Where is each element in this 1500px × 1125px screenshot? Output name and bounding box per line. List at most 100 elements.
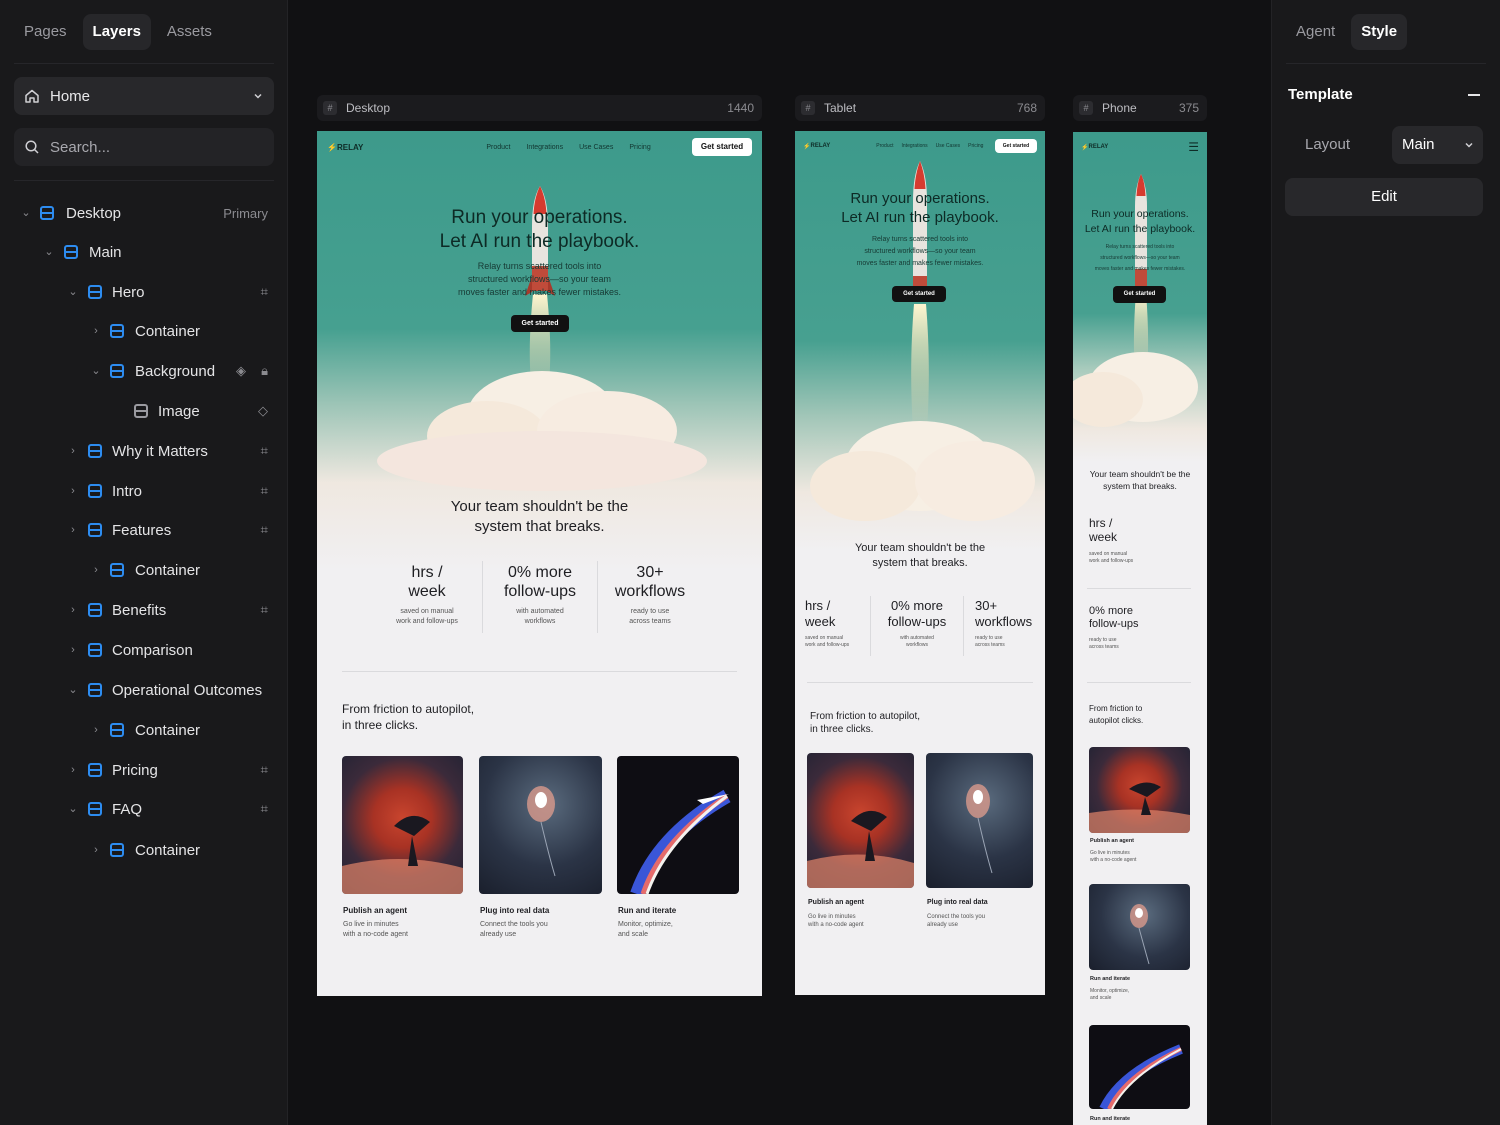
layer-pricing[interactable]: › Pricing ⌗ <box>0 752 288 788</box>
search-placeholder: Search... <box>50 138 111 156</box>
stat-value: 0% more follow-ups <box>875 598 959 629</box>
chevron-right-icon[interactable]: › <box>90 564 102 576</box>
chevron-right-icon[interactable]: › <box>67 644 79 656</box>
nav-link-integrations[interactable]: Integrations <box>902 143 928 149</box>
tab-pages[interactable]: Pages <box>14 14 77 50</box>
hero-get-started-button[interactable]: Get started <box>1113 286 1166 303</box>
grid-icon[interactable]: ⌗ <box>261 483 268 499</box>
grid-icon[interactable]: ⌗ <box>261 762 268 778</box>
layer-main[interactable]: ⌄ Main <box>0 234 288 270</box>
component-icon[interactable]: ◇ <box>258 403 268 419</box>
layer-background[interactable]: ⌄ Background ◈ 🔒︎ <box>0 353 288 389</box>
headline-line: Let AI run the playbook. <box>439 231 640 252</box>
heading-line: Your team shouldn't be the <box>854 542 986 554</box>
bolt-icon: ⚡ <box>327 142 337 152</box>
layer-desktop[interactable]: ⌄ Desktop Primary <box>0 195 288 231</box>
nav-link-pricing[interactable]: Pricing <box>968 143 983 149</box>
feature-card[interactable]: Run and iterate Monitor, optimize, and sc… <box>617 756 739 956</box>
stat-value-line: hrs / <box>805 598 831 613</box>
get-started-button[interactable]: Get started <box>692 138 752 156</box>
get-started-button[interactable]: Get started <box>995 139 1037 153</box>
lock-icon[interactable]: 🔒︎ <box>261 363 268 379</box>
nav-link-use-cases[interactable]: Use Cases <box>579 144 613 151</box>
chevron-right-icon[interactable]: › <box>67 445 79 457</box>
nav-link-product[interactable]: Product <box>486 144 510 151</box>
tab-layers[interactable]: Layers <box>82 14 151 50</box>
site-logo[interactable]: ⚡ RELAY <box>803 143 830 150</box>
feature-card[interactable]: Run and iterate Monitor, optimize, and sc… <box>1089 884 1190 1012</box>
chevron-right-icon[interactable]: › <box>67 485 79 497</box>
chevron-down-icon[interactable]: ⌄ <box>90 365 102 377</box>
chevron-right-icon[interactable]: › <box>67 764 79 776</box>
chevron-down-icon[interactable]: ⌄ <box>20 207 32 219</box>
chevron-right-icon[interactable]: › <box>67 604 79 616</box>
feature-card[interactable]: Run and iterate <box>1089 1025 1190 1125</box>
layer-why-it-matters[interactable]: › Why it Matters ⌗ <box>0 433 288 469</box>
chevron-down-icon[interactable]: ⌄ <box>67 684 79 696</box>
nav-link-integrations[interactable]: Integrations <box>526 144 563 151</box>
layer-intro[interactable]: › Intro ⌗ <box>0 473 288 509</box>
tab-assets[interactable]: Assets <box>157 14 222 50</box>
layer-container[interactable]: › Container <box>0 313 288 349</box>
subline-line: moves faster and makes fewer mistakes. <box>457 287 622 297</box>
nav-link-pricing[interactable]: Pricing <box>629 144 650 151</box>
phone-frame[interactable]: ⚡ RELAY ☰ Run your operations. Let AI run… <box>1073 132 1207 1125</box>
frame-label-desktop[interactable]: # Desktop 1440 <box>317 95 762 121</box>
layer-features[interactable]: › Features ⌗ <box>0 512 288 548</box>
frame-label-tablet[interactable]: # Tablet 768 <box>795 95 1045 121</box>
feature-card[interactable]: Publish an agent Go live in minutes with … <box>342 756 463 956</box>
layer-benefits[interactable]: › Benefits ⌗ <box>0 592 288 628</box>
desktop-frame[interactable]: ⚡ RELAY Product Integrations Use Cases Pr… <box>317 131 762 996</box>
layer-container[interactable]: › Container <box>0 712 288 748</box>
section-heading: Your team shouldn't be the system that b… <box>795 541 1045 571</box>
stat-desc-line: work and follow-ups <box>1089 557 1134 564</box>
tablet-frame[interactable]: ⚡ RELAY Product Integrations Use Cases Pr… <box>795 131 1045 995</box>
collapse-icon[interactable] <box>1468 94 1480 96</box>
layout-select[interactable]: Main <box>1392 126 1483 164</box>
page-select[interactable]: Home <box>14 77 274 115</box>
chevron-right-icon[interactable]: › <box>90 325 102 337</box>
chevron-down-icon[interactable]: ⌄ <box>67 803 79 815</box>
tab-agent[interactable]: Agent <box>1286 14 1345 50</box>
chevron-right-icon[interactable]: › <box>90 844 102 856</box>
layer-hero[interactable]: ⌄ Hero ⌗ <box>0 274 288 310</box>
frame-label-phone[interactable]: # Phone 375 <box>1073 95 1207 121</box>
grid-icon[interactable]: ⌗ <box>261 284 268 300</box>
layer-comparison[interactable]: › Comparison <box>0 632 288 668</box>
hamburger-menu-icon[interactable]: ☰ <box>1188 140 1199 154</box>
stat-desc: ready to use across teams <box>600 607 700 626</box>
layer-image[interactable]: Image ◇ <box>0 393 288 429</box>
layer-search-input[interactable]: Search... <box>14 128 274 166</box>
nav-link-product[interactable]: Product <box>876 143 893 149</box>
layer-faq[interactable]: ⌄ FAQ ⌗ <box>0 791 288 827</box>
feature-card[interactable]: Publish an agent Go live in minutes with … <box>1089 747 1190 875</box>
layer-container[interactable]: › Container <box>0 832 288 868</box>
stat-desc: ready to use across teams <box>1089 637 1199 651</box>
feature-card[interactable]: Publish an agent Go live in minutes with … <box>807 753 914 943</box>
chevron-down-icon[interactable]: ⌄ <box>67 286 79 298</box>
nav-link-use-cases[interactable]: Use Cases <box>936 143 960 149</box>
frame-name: Desktop <box>346 101 391 115</box>
site-logo[interactable]: ⚡ RELAY <box>327 143 363 152</box>
tab-style[interactable]: Style <box>1351 14 1408 50</box>
feature-card[interactable]: Plug into real data Connect the tools yo… <box>926 753 1033 943</box>
frame-icon <box>110 324 124 338</box>
hero-get-started-button[interactable]: Get started <box>892 286 946 302</box>
frame-icon <box>64 245 78 259</box>
grid-icon[interactable]: ⌗ <box>261 602 268 618</box>
layer-label: FAQ <box>112 800 143 818</box>
grid-icon[interactable]: ⌗ <box>261 801 268 817</box>
component-icon[interactable]: ◈ <box>236 363 246 379</box>
grid-icon[interactable]: ⌗ <box>261 522 268 538</box>
grid-icon[interactable]: ⌗ <box>261 443 268 459</box>
chevron-down-icon[interactable]: ⌄ <box>43 246 55 258</box>
layer-operational-outcomes[interactable]: ⌄ Operational Outcomes <box>0 672 288 708</box>
stat-desc: saved on manual work and follow-ups <box>377 607 477 626</box>
chevron-right-icon[interactable]: › <box>90 724 102 736</box>
layer-container[interactable]: › Container <box>0 552 288 588</box>
feature-card[interactable]: Plug into real data Connect the tools yo… <box>479 756 602 956</box>
site-logo[interactable]: ⚡ RELAY <box>1081 144 1108 151</box>
chevron-right-icon[interactable]: › <box>67 524 79 536</box>
edit-button[interactable]: Edit <box>1285 178 1483 216</box>
hero-get-started-button[interactable]: Get started <box>511 315 569 332</box>
